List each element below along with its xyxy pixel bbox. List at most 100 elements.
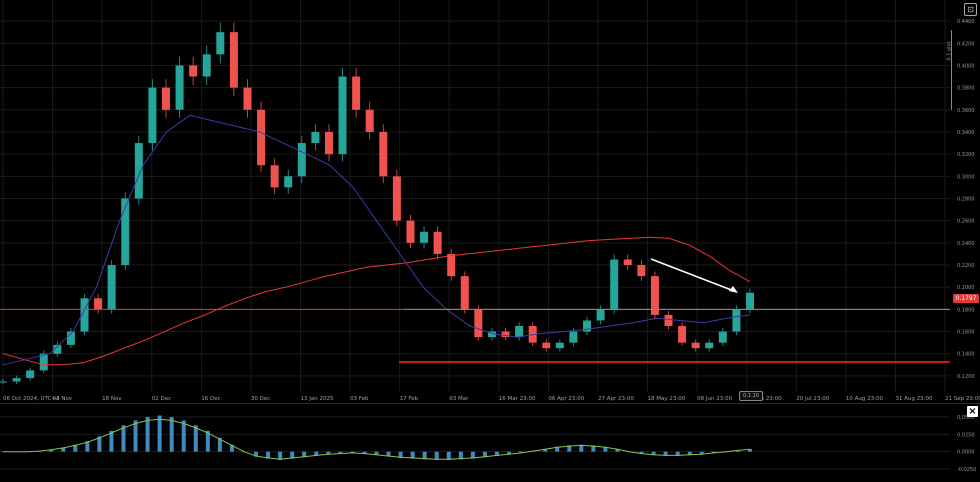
- y-tick-label: 0.3400: [957, 130, 975, 136]
- x-tick-label: 21 Sep 23:00: [945, 396, 980, 402]
- candle-body: [229, 32, 238, 88]
- candle-body: [664, 314, 673, 327]
- candle-body: [365, 109, 374, 132]
- y-tick-label: 0.3000: [957, 174, 975, 180]
- y-tick-label: 0.1800: [957, 307, 975, 313]
- candle-body: [148, 87, 157, 144]
- candle-body: [324, 131, 333, 155]
- histogram-bar: [193, 425, 198, 452]
- moving-average-purple: [2, 114, 751, 366]
- histogram-bar: [181, 420, 186, 452]
- candle-body: [284, 176, 293, 188]
- oscillator-bars: [1, 415, 752, 461]
- candle-body: [189, 65, 198, 77]
- x-tick-label: 30 Dec: [251, 396, 270, 402]
- candle-body: [569, 331, 578, 343]
- candle-body: [718, 331, 727, 343]
- candle-body: [338, 76, 347, 155]
- candle-body: [107, 265, 116, 310]
- x-axis-ticks: 06 Oct 2024, UTC+204 Nov 18 Nov 02 Dec 16 D…: [3, 396, 980, 402]
- price-chart[interactable]: 0.44000.42000.40000.38000.36000.34000.32…: [0, 0, 980, 404]
- histogram-bar: [157, 415, 162, 452]
- x-tick-label: 06 Oct 2024, UTC+2: [3, 396, 60, 402]
- y-tick-label: 0.4400: [957, 19, 975, 25]
- osc-tick-label: 0.0000: [957, 450, 975, 456]
- oscillator-ticks: 0.05000.02500.0000-0.0250: [957, 415, 976, 473]
- histogram-bar: [169, 416, 174, 452]
- candle-body: [12, 378, 21, 382]
- candle-body: [352, 76, 361, 110]
- osc-tick-label: 0.0250: [957, 432, 975, 438]
- candle-body: [270, 165, 279, 188]
- y-tick-label: 0.1400: [957, 352, 975, 358]
- x-tick-label: 18 May 23:00: [648, 396, 686, 402]
- candle-body: [216, 32, 225, 55]
- candle-body: [297, 143, 306, 177]
- current-price-tag: 0.1797: [953, 294, 979, 303]
- candle-body: [392, 176, 401, 221]
- candle-body: [26, 370, 35, 379]
- oscillator-grid: [0, 416, 950, 470]
- screenshot-icon[interactable]: ⊡: [964, 3, 977, 16]
- x-tick-label: 10 Aug 23:00: [846, 396, 884, 402]
- x-tick-label: 03 Mar: [449, 396, 469, 402]
- candle-body: [447, 253, 456, 277]
- x-tick-label: 03 Feb: [350, 396, 369, 402]
- x-tick-label: 04 Nov: [53, 396, 73, 402]
- candle-body: [420, 231, 429, 243]
- candle-body: [746, 292, 754, 310]
- candle-body: [406, 220, 415, 243]
- candle-body: [94, 298, 103, 310]
- series-layer: [0, 22, 754, 385]
- x-tick-label: 02 Dec: [152, 396, 171, 402]
- candle-body: [0, 381, 7, 383]
- candle-body: [460, 276, 469, 310]
- candle-body: [623, 259, 632, 266]
- x-tick-label: 16 Mar 23:00: [499, 396, 536, 402]
- candle-body: [161, 87, 170, 110]
- candle-body: [610, 259, 619, 310]
- x-tick-label: 27 Apr 23:00: [598, 396, 634, 402]
- candle-body: [474, 309, 483, 338]
- histogram-bar: [145, 416, 150, 452]
- x-tick-label: 18 Nov: [102, 396, 122, 402]
- x-tick-label: 08 Jun 23:00: [697, 396, 732, 402]
- histogram-bar: [121, 425, 126, 452]
- oscillator-chart[interactable]: 0.05000.02500.0000-0.0250: [0, 404, 980, 482]
- candle-body: [257, 109, 266, 166]
- scale-label: 0.1 plot: [946, 41, 953, 61]
- candle-body: [691, 342, 700, 349]
- candle-body: [134, 143, 143, 199]
- candle-body: [555, 342, 564, 349]
- x-tick-label: 13 Jan 2025: [300, 396, 333, 402]
- y-tick-label: 0.3200: [957, 152, 975, 158]
- histogram-bar: [133, 420, 138, 452]
- y-tick-label: 0.2400: [957, 241, 975, 247]
- candle-body: [637, 265, 646, 277]
- x-tick-label: 17 Feb: [400, 396, 419, 402]
- trend-arrow-line: [650, 258, 735, 292]
- y-tick-label: 0.2200: [957, 263, 975, 269]
- osc-tick-label: -0.0250: [957, 467, 976, 473]
- candle-body: [243, 87, 252, 110]
- candle-body: [732, 309, 741, 332]
- candle-body: [433, 231, 442, 254]
- candle-body: [379, 131, 388, 177]
- time-badge[interactable]: 0.1 20: [739, 391, 763, 401]
- y-tick-label: 0.1200: [957, 374, 975, 380]
- x-tick-label: 20 Jul 23:00: [796, 396, 829, 402]
- candle-body: [202, 54, 211, 77]
- y-tick-label: 0.1600: [957, 330, 975, 336]
- x-tick-label: 31 Aug 23:00: [895, 396, 933, 402]
- candle-body: [705, 342, 714, 349]
- candle-body: [175, 65, 184, 110]
- x-tick-label: 06 Apr 23:00: [548, 396, 584, 402]
- candle-body: [311, 131, 320, 144]
- candle-body: [542, 342, 551, 349]
- y-tick-label: 0.2000: [957, 285, 975, 291]
- candle-body: [515, 326, 524, 338]
- close-icon[interactable]: ×: [967, 406, 978, 417]
- y-tick-label: 0.2800: [957, 197, 975, 203]
- candle-body: [596, 309, 605, 321]
- y-tick-label: 0.2600: [957, 219, 975, 225]
